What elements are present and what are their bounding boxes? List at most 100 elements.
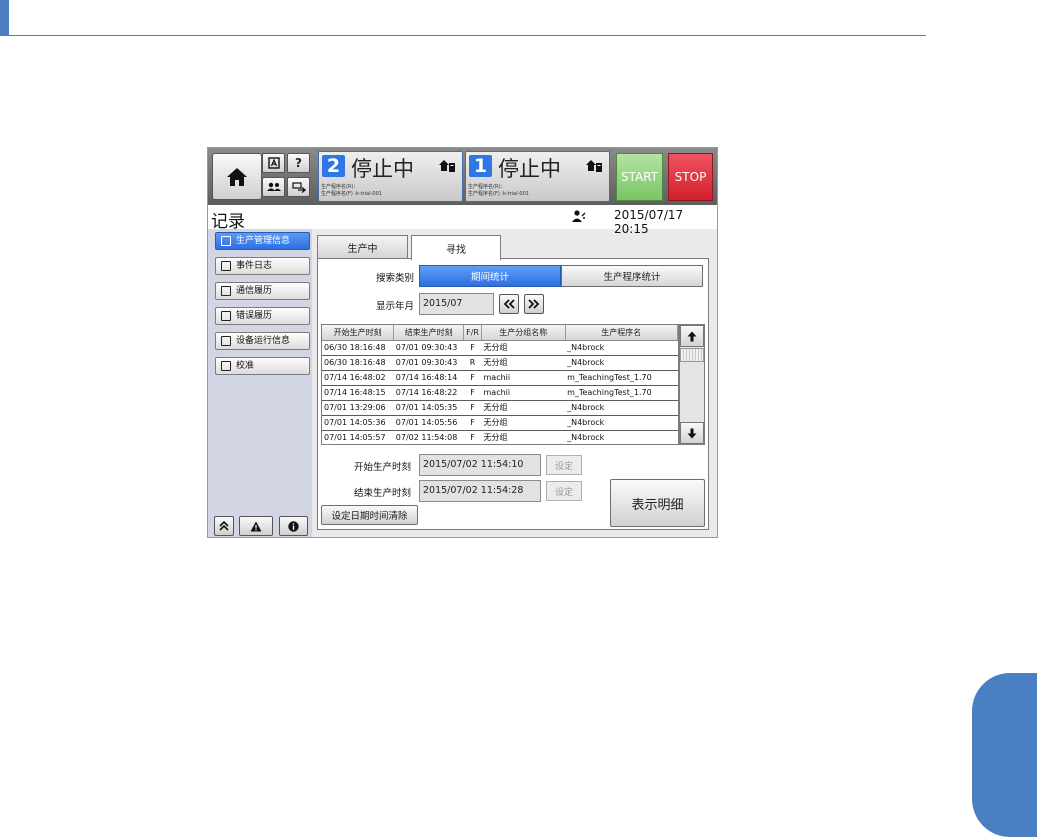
production-program-icon (439, 160, 455, 172)
device-icon (291, 181, 306, 193)
cell-fr: F (463, 400, 482, 416)
lane-1-program-r: 生产程序名(R)： (468, 184, 506, 190)
current-datetime: 2015/07/17 20:15 (614, 208, 684, 236)
lane-2-program-f: 生产程序名(F) :k-trial-001 (321, 191, 382, 197)
cell-end-time: 07/01 14:05:35 (393, 400, 464, 416)
program-statistics-button[interactable]: 生产程序统计 (561, 265, 703, 287)
cell-end-time: 07/01 09:30:43 (393, 355, 464, 371)
cell-start-time: 06/30 18:16:48 (322, 355, 394, 371)
arrow-up-icon (687, 331, 697, 341)
sidebar-item-error-history[interactable]: 错误履历 (215, 307, 310, 325)
double-chevron-up-icon (219, 521, 229, 531)
error-history-icon (221, 311, 231, 321)
cell-program-name: _N4brock (565, 415, 678, 431)
top-bar: ? 2 停止中 生产程序名(R)： 生产程序名(F) :k-trial-001 (208, 148, 717, 205)
sidebar-item-event-log[interactable]: 事件日志 (215, 257, 310, 275)
help-button[interactable]: ? (287, 153, 310, 173)
sidebar: 生产管理信息 事件日志 通信履历 错误履历 设备运行信息 校准 (208, 229, 312, 537)
set-end-time-button[interactable]: 设定 (546, 481, 582, 501)
cell-program-name: m_TeachingTest_1.70 (565, 385, 678, 401)
lane-2-program-info: 生产程序名(R)： 生产程序名(F) :k-trial-001 (321, 184, 382, 198)
cell-end-time: 07/01 09:30:43 (393, 340, 464, 356)
cell-start-time: 07/01 14:05:36 (322, 415, 394, 431)
previous-month-button[interactable] (499, 294, 519, 314)
cell-group-name: 无分组 (481, 355, 566, 371)
production-program-icon (586, 160, 602, 172)
user-switch-button[interactable] (262, 177, 285, 197)
calibration-icon (221, 361, 231, 371)
production-records-table: 开始生产时刻 结束生产时刻 F/R 生产分组名称 生产程序名 06/30 18:… (321, 324, 679, 445)
sidebar-item-label: 事件日志 (236, 261, 273, 271)
column-header-program-name[interactable]: 生产程序名 (565, 325, 678, 341)
clear-datetime-button[interactable]: 设定日期时间清除 (321, 505, 418, 525)
cell-program-name: _N4brock (565, 355, 678, 371)
cell-program-name: m_TeachingTest_1.70 (565, 370, 678, 386)
device-operation-icon (221, 336, 231, 346)
scroll-down-button[interactable] (680, 422, 704, 444)
table-row[interactable]: 06/30 18:16:48 07/01 09:30:43 F 无分组 _N4b… (322, 340, 678, 356)
start-time-label: 开始生产时刻 (354, 462, 412, 473)
cell-group-name: 无分组 (481, 340, 566, 356)
cell-group-name: machii (481, 370, 566, 386)
tab-in-production[interactable]: 生产中 (317, 235, 408, 259)
title-bar: 记录 2015/07/17 20:15 (208, 205, 717, 236)
sidebar-item-label: 生产管理信息 (236, 236, 291, 246)
table-row[interactable]: 06/30 18:16:48 07/01 09:30:43 R 无分组 _N4b… (322, 355, 678, 371)
lane-1-number: 1 (469, 155, 492, 177)
sidebar-item-device-operation[interactable]: 设备运行信息 (215, 332, 310, 350)
column-header-start-time[interactable]: 开始生产时刻 (322, 325, 395, 341)
warning-button[interactable] (239, 516, 273, 536)
lane-2-number: 2 (322, 155, 345, 177)
table-row[interactable]: 07/01 14:05:36 07/01 14:05:56 F 无分组 _N4b… (322, 415, 678, 431)
column-header-end-time[interactable]: 结束生产时刻 (393, 325, 465, 341)
lane-1-program-info: 生产程序名(R)： 生产程序名(F) :k-trial-001 (468, 184, 529, 198)
device-settings-button[interactable] (287, 177, 310, 197)
sidebar-item-production-info[interactable]: 生产管理信息 (215, 232, 310, 250)
start-button[interactable]: START (616, 153, 663, 201)
table-scrollbar[interactable] (679, 324, 705, 445)
scroll-thumb[interactable] (680, 348, 704, 362)
collapse-button[interactable] (214, 516, 234, 536)
document-chapter-tab (972, 673, 1037, 837)
show-details-button[interactable]: 表示明细 (610, 479, 705, 527)
home-button[interactable] (212, 153, 262, 200)
cell-group-name: 无分组 (481, 415, 566, 431)
info-button[interactable] (279, 516, 308, 536)
start-time-field[interactable]: 2015/07/02 11:54:10 (419, 454, 541, 476)
sidebar-item-label: 校准 (236, 361, 255, 371)
lane-1-status-panel: 1 停止中 生产程序名(R)： 生产程序名(F) :k-trial-001 (465, 151, 610, 202)
cell-group-name: 无分组 (481, 400, 566, 416)
column-header-fr[interactable]: F/R (463, 325, 482, 341)
stop-button[interactable]: STOP (668, 153, 713, 201)
cell-fr: R (463, 355, 482, 371)
language-button[interactable] (262, 153, 285, 173)
table-row[interactable]: 07/14 16:48:15 07/14 16:48:22 F machii m… (322, 385, 678, 401)
cell-end-time: 07/14 16:48:22 (393, 385, 464, 401)
info-icon (288, 520, 299, 532)
cell-group-name: 无分组 (481, 430, 566, 444)
lane-1-program-f: 生产程序名(F) :k-trial-001 (468, 191, 529, 197)
sidebar-item-label: 设备运行信息 (236, 336, 291, 346)
sidebar-item-label: 错误履历 (236, 311, 273, 321)
lane-1-status: 停止中 (498, 157, 561, 181)
column-header-group-name[interactable]: 生产分组名称 (481, 325, 566, 341)
sidebar-item-label: 通信履历 (236, 286, 273, 296)
period-statistics-button[interactable]: 期间统计 (419, 265, 561, 287)
cell-group-name: machii (481, 385, 566, 401)
display-month-field[interactable]: 2015/07 (419, 293, 494, 315)
warning-icon (250, 521, 262, 531)
tab-search[interactable]: 寻找 (411, 235, 501, 260)
document-header-accent (0, 0, 9, 36)
scroll-up-button[interactable] (680, 325, 704, 347)
next-month-button[interactable] (524, 294, 544, 314)
table-row[interactable]: 07/01 14:05:57 07/02 11:54:08 F 无分组 _N4b… (322, 430, 678, 444)
lane-2-status: 停止中 (351, 157, 414, 181)
table-row[interactable]: 07/01 13:29:06 07/01 14:05:35 F 无分组 _N4b… (322, 400, 678, 416)
cell-start-time: 07/14 16:48:15 (322, 385, 394, 401)
set-start-time-button[interactable]: 设定 (546, 455, 582, 475)
cell-fr: F (463, 385, 482, 401)
table-row[interactable]: 07/14 16:48:02 07/14 16:48:14 F machii m… (322, 370, 678, 386)
sidebar-item-calibration[interactable]: 校准 (215, 357, 310, 375)
sidebar-item-communication-history[interactable]: 通信履历 (215, 282, 310, 300)
end-time-field[interactable]: 2015/07/02 11:54:28 (419, 480, 541, 502)
